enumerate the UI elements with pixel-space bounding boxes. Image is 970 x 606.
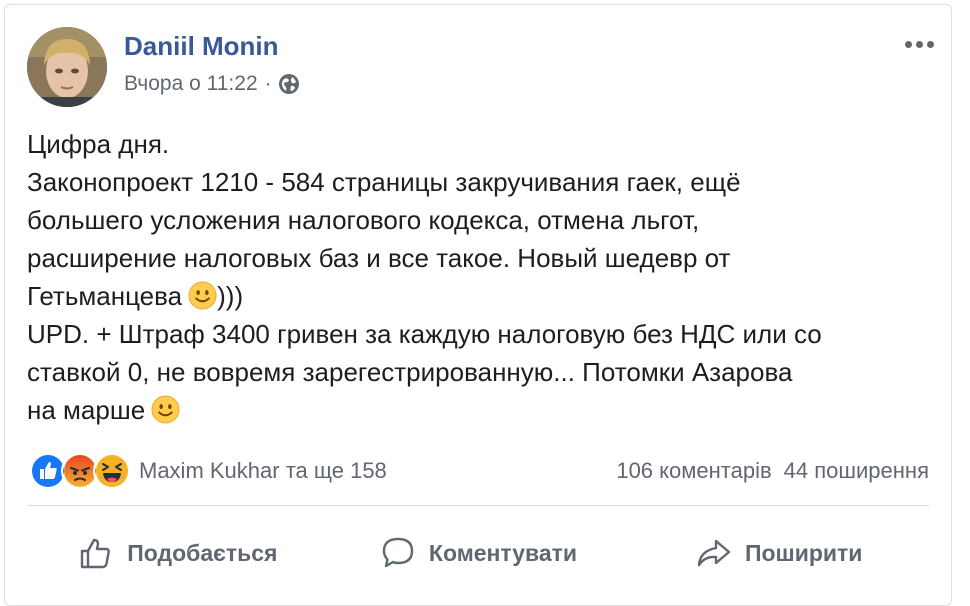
smile-emoji-icon bbox=[188, 281, 217, 310]
share-button[interactable]: Поширити bbox=[628, 523, 929, 583]
reactions-summary[interactable]: Maxim Kukhar та ще 158 bbox=[29, 451, 387, 491]
share-label: Поширити bbox=[744, 539, 863, 566]
post-line: на марше bbox=[27, 391, 937, 429]
meta-separator: · bbox=[264, 72, 272, 95]
post-line: Гетьманцева))) bbox=[27, 277, 937, 315]
post-line-text: на марше bbox=[27, 395, 146, 425]
author-name[interactable]: Daniil Monin bbox=[124, 31, 279, 62]
avatar-image bbox=[27, 27, 107, 107]
post-body: Цифра дня. Законопроект 1210 - 584 стран… bbox=[27, 125, 937, 429]
dot-icon bbox=[904, 40, 912, 48]
dot-icon bbox=[926, 40, 934, 48]
post-line: Цифра дня. bbox=[27, 129, 170, 159]
post-line: UPD. + Штраф 3400 гривен за каждую налог… bbox=[27, 319, 822, 349]
comment-button[interactable]: Коментувати bbox=[328, 523, 629, 583]
share-icon bbox=[697, 539, 731, 567]
post-actions: Подобається Коментувати Поширити bbox=[27, 523, 929, 583]
post-line: расширение налоговых баз и все такое. Но… bbox=[27, 243, 731, 273]
post-line: ставкой 0, не вовремя зарегестрированную… bbox=[27, 357, 793, 387]
actions-divider bbox=[27, 505, 929, 506]
smile-emoji-icon bbox=[151, 395, 180, 424]
post-line-text: ))) bbox=[217, 281, 244, 311]
shares-count[interactable]: 44 поширення bbox=[784, 458, 929, 484]
comments-count[interactable]: 106 коментарів bbox=[616, 458, 771, 484]
post-card: Daniil Monin Вчора о 11:22 · Цифра дня. … bbox=[4, 4, 952, 606]
author-avatar[interactable] bbox=[27, 27, 107, 107]
thumbs-up-icon bbox=[81, 538, 111, 569]
post-meta: Вчора о 11:22 · bbox=[124, 72, 300, 96]
post-timestamp[interactable]: Вчора о 11:22 bbox=[124, 72, 258, 96]
like-button[interactable]: Подобається bbox=[27, 523, 328, 583]
reaction-names[interactable]: Maxim Kukhar та ще 158 bbox=[139, 458, 387, 484]
engagement-counts: 106 коментарів 44 поширення bbox=[616, 458, 929, 484]
dot-icon bbox=[915, 40, 923, 48]
post-line: Законопроект 1210 - 584 страницы закручи… bbox=[27, 167, 741, 197]
haha-icon[interactable] bbox=[93, 452, 131, 490]
globe-icon[interactable] bbox=[278, 73, 300, 95]
comment-icon bbox=[382, 537, 414, 568]
post-line-text: Гетьманцева bbox=[27, 281, 183, 311]
comment-label: Коментувати bbox=[428, 539, 578, 566]
more-options-button[interactable] bbox=[899, 33, 939, 55]
post-line: большего усложения налогового кодекса, о… bbox=[27, 205, 700, 235]
like-label: Подобається bbox=[127, 539, 278, 566]
